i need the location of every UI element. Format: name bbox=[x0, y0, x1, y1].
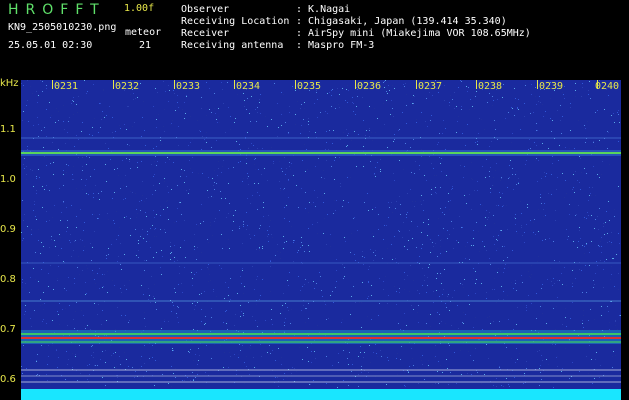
bottom-strip bbox=[21, 389, 621, 400]
receiver-label: Receiver bbox=[181, 28, 230, 39]
y-axis-unit: kHz bbox=[0, 78, 19, 89]
meteor-count: 21 bbox=[139, 40, 152, 51]
observer-value: : K.Nagai bbox=[296, 4, 351, 15]
y-tick-0-9: 0.9 bbox=[0, 224, 16, 235]
x-tick-0233: 0233 bbox=[176, 81, 201, 92]
y-tick-1-0: 1.0 bbox=[0, 174, 16, 185]
spectrogram-plot bbox=[21, 80, 621, 400]
spectrogram-canvas bbox=[21, 80, 621, 400]
y-tick-1-1: 1.1 bbox=[0, 124, 16, 135]
x-tick-mark bbox=[416, 80, 417, 89]
x-tick-0237: 0237 bbox=[418, 81, 443, 92]
app-version: 1.00f bbox=[124, 3, 155, 14]
y-tick-0-7: 0.7 bbox=[0, 324, 16, 335]
x-tick-0235: 0235 bbox=[297, 81, 322, 92]
antenna-label: Receiving antenna bbox=[181, 40, 284, 51]
meteor-label: meteor bbox=[125, 27, 162, 38]
app-logo: HROFFT bbox=[8, 2, 106, 18]
file-name: KN9_2505010230.png bbox=[8, 22, 117, 33]
x-tick-mark bbox=[476, 80, 477, 89]
x-tick-mark bbox=[355, 80, 356, 89]
x-tick-mark bbox=[295, 80, 296, 89]
location-label: Receiving Location bbox=[181, 16, 290, 27]
x-tick-0238: 0238 bbox=[478, 81, 503, 92]
x-tick-0232: 0232 bbox=[115, 81, 140, 92]
y-tick-0-8: 0.8 bbox=[0, 274, 16, 285]
x-tick-mark bbox=[537, 80, 538, 89]
x-tick-mark bbox=[234, 80, 235, 89]
header-panel: HROFFT 1.00f KN9_2505010230.png meteor 2… bbox=[0, 0, 629, 78]
observer-label: Observer bbox=[181, 4, 230, 15]
x-tick-0236: 0236 bbox=[357, 81, 382, 92]
receiver-value: : AirSpy mini (Miakejima VOR 108.65MHz) bbox=[296, 28, 531, 39]
x-tick-mark bbox=[113, 80, 114, 89]
x-tick-0231: 0231 bbox=[54, 81, 79, 92]
y-axis: kHz 1.1 1.0 0.9 0.8 0.7 0.6 bbox=[0, 78, 21, 400]
x-tick-mark bbox=[52, 80, 53, 89]
date-time: 25.05.01 02:30 bbox=[8, 40, 93, 51]
location-value: : Chigasaki, Japan (139.414 35.340) bbox=[296, 16, 507, 27]
antenna-value: : Maspro FM-3 bbox=[296, 40, 375, 51]
x-tick-0234: 0234 bbox=[236, 81, 261, 92]
x-tick-0240: 0240 bbox=[595, 81, 620, 92]
y-tick-0-6: 0.6 bbox=[0, 374, 16, 385]
x-tick-0239: 0239 bbox=[539, 81, 564, 92]
x-tick-mark bbox=[174, 80, 175, 89]
